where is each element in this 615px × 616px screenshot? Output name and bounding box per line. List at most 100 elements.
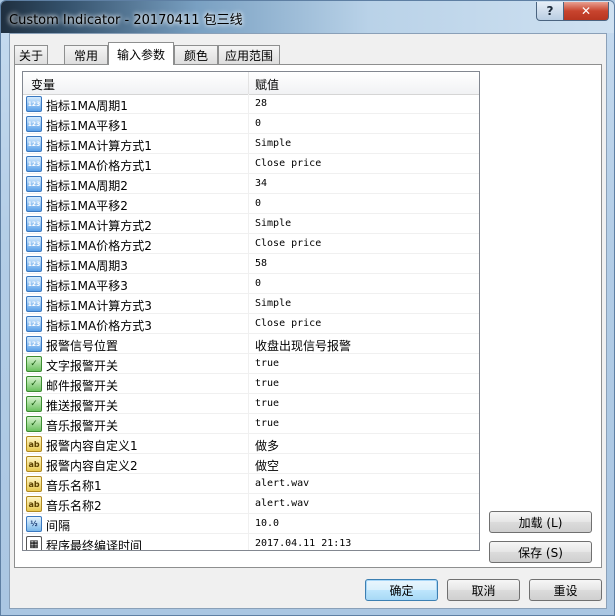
help-button[interactable]: ? — [536, 2, 564, 21]
parameter-row[interactable]: ab 音乐名称2 alert.wav — [23, 494, 479, 514]
parameter-row[interactable]: ▦ 程序最终编译时间 2017.04.11 21:13 — [23, 534, 479, 550]
parameter-value[interactable]: 58 — [255, 258, 267, 269]
parameter-value[interactable]: 2017.04.11 21:13 — [255, 538, 351, 549]
parameter-row[interactable]: 123 指标1MA周期1 28 — [23, 94, 479, 114]
window-title: Custom Indicator - 20170411 包三线 — [9, 13, 243, 28]
cell-divider — [248, 434, 249, 454]
parameter-name: 指标1MA平移3 — [46, 279, 128, 293]
integer-icon: 123 — [26, 276, 42, 292]
parameter-name: 指标1MA计算方式2 — [46, 219, 152, 233]
parameter-row[interactable]: ab 报警内容自定义2 做空 — [23, 454, 479, 474]
parameter-value[interactable]: 28 — [255, 98, 267, 109]
parameter-value[interactable]: true — [255, 418, 279, 429]
integer-icon: 123 — [26, 316, 42, 332]
parameter-name: 指标1MA周期3 — [46, 259, 128, 273]
parameter-row[interactable]: ✓ 音乐报警开关 true — [23, 414, 479, 434]
column-divider[interactable] — [248, 72, 249, 94]
close-icon: ✕ — [580, 4, 592, 18]
parameter-value[interactable]: true — [255, 378, 279, 389]
ok-button[interactable]: 确定 — [365, 579, 438, 601]
integer-icon: 123 — [26, 216, 42, 232]
tab-colors[interactable]: 颜色 — [174, 45, 218, 64]
cell-divider — [248, 294, 249, 314]
cell-divider — [248, 214, 249, 234]
save-button[interactable]: 保存 (S) — [489, 541, 592, 563]
parameter-row[interactable]: 123 指标1MA计算方式2 Simple — [23, 214, 479, 234]
tab-common[interactable]: 常用 — [64, 45, 108, 64]
parameter-name: 指标1MA周期1 — [46, 99, 128, 113]
cell-divider — [248, 194, 249, 214]
parameter-name: 音乐名称1 — [46, 479, 102, 493]
cell-divider — [248, 254, 249, 274]
parameter-value[interactable]: 收盘出现信号报警 — [255, 337, 351, 354]
parameter-value[interactable]: 做空 — [255, 457, 279, 474]
column-header-value[interactable]: 赋值 — [255, 76, 279, 93]
parameter-row[interactable]: ✓ 邮件报警开关 true — [23, 374, 479, 394]
parameter-name: 间隔 — [46, 519, 71, 533]
parameter-value[interactable]: true — [255, 358, 279, 369]
parameter-row[interactable]: 123 指标1MA平移3 0 — [23, 274, 479, 294]
parameter-row[interactable]: 123 指标1MA计算方式1 Simple — [23, 134, 479, 154]
integer-icon: 123 — [26, 196, 42, 212]
parameter-row[interactable]: 123 指标1MA周期2 34 — [23, 174, 479, 194]
dialog-window: Custom Indicator - 20170411 包三线 ? ✕ 关于 常… — [0, 0, 615, 616]
parameter-row[interactable]: ½ 间隔 10.0 — [23, 514, 479, 534]
cell-divider — [248, 114, 249, 134]
parameter-row[interactable]: ✓ 文字报警开关 true — [23, 354, 479, 374]
parameter-value[interactable]: alert.wav — [255, 478, 309, 489]
string-icon: ab — [26, 496, 42, 512]
boolean-icon: ✓ — [26, 416, 42, 432]
parameter-row[interactable]: 123 指标1MA计算方式3 Simple — [23, 294, 479, 314]
parameter-value[interactable]: Simple — [255, 218, 291, 229]
parameter-name: 报警内容自定义1 — [46, 439, 138, 453]
integer-icon: 123 — [26, 96, 42, 112]
integer-icon: 123 — [26, 336, 42, 352]
cell-divider — [248, 534, 249, 550]
parameter-value[interactable]: Simple — [255, 298, 291, 309]
tab-visualization[interactable]: 应用范围 — [218, 45, 280, 64]
parameter-value[interactable]: Close price — [255, 158, 321, 169]
title-bar[interactable]: Custom Indicator - 20170411 包三线 ? ✕ — [1, 1, 614, 33]
parameter-row[interactable]: 123 指标1MA周期3 58 — [23, 254, 479, 274]
integer-icon: 123 — [26, 116, 42, 132]
parameter-row[interactable]: 123 报警信号位置 收盘出现信号报警 — [23, 334, 479, 354]
parameter-name: 指标1MA价格方式3 — [46, 319, 152, 333]
parameter-value[interactable]: Simple — [255, 138, 291, 149]
parameter-value[interactable]: 0 — [255, 118, 261, 129]
string-icon: ab — [26, 456, 42, 472]
parameter-value[interactable]: true — [255, 398, 279, 409]
question-icon: ? — [546, 4, 554, 18]
tab-inputs[interactable]: 输入参数 — [108, 42, 174, 65]
parameter-row[interactable]: 123 指标1MA平移2 0 — [23, 194, 479, 214]
tab-about[interactable]: 关于 — [14, 45, 48, 64]
column-header-variable[interactable]: 变量 — [31, 76, 55, 93]
parameter-value[interactable]: 10.0 — [255, 518, 279, 529]
cancel-button[interactable]: 取消 — [447, 579, 520, 601]
parameter-value[interactable]: 34 — [255, 178, 267, 189]
parameter-name: 指标1MA计算方式3 — [46, 299, 152, 313]
parameter-value[interactable]: 0 — [255, 198, 261, 209]
parameter-name: 推送报警开关 — [46, 399, 119, 413]
integer-icon: 123 — [26, 256, 42, 272]
parameter-row[interactable]: 123 指标1MA价格方式2 Close price — [23, 234, 479, 254]
parameter-row[interactable]: 123 指标1MA价格方式1 Close price — [23, 154, 479, 174]
parameter-row[interactable]: ab 报警内容自定义1 做多 — [23, 434, 479, 454]
parameter-row[interactable]: ab 音乐名称1 alert.wav — [23, 474, 479, 494]
reset-button[interactable]: 重设 — [529, 579, 602, 601]
parameter-value[interactable]: alert.wav — [255, 498, 309, 509]
load-button[interactable]: 加载 (L) — [489, 511, 592, 533]
parameter-value[interactable]: 做多 — [255, 437, 279, 454]
parameter-value[interactable]: Close price — [255, 238, 321, 249]
cell-divider — [248, 474, 249, 494]
parameter-value[interactable]: 0 — [255, 278, 261, 289]
parameter-row[interactable]: 123 指标1MA平移1 0 — [23, 114, 479, 134]
parameters-grid: 变量 赋值 123 指标1MA周期1 28 123 指标1MA平移1 0 123 指标1MA计… — [22, 71, 480, 551]
parameter-row[interactable]: 123 指标1MA价格方式3 Close price — [23, 314, 479, 334]
parameter-name: 邮件报警开关 — [46, 379, 119, 393]
integer-icon: 123 — [26, 156, 42, 172]
close-button[interactable]: ✕ — [563, 2, 609, 21]
parameter-name: 报警信号位置 — [46, 339, 119, 353]
parameter-value[interactable]: Close price — [255, 318, 321, 329]
cell-divider — [248, 394, 249, 414]
parameter-row[interactable]: ✓ 推送报警开关 true — [23, 394, 479, 414]
